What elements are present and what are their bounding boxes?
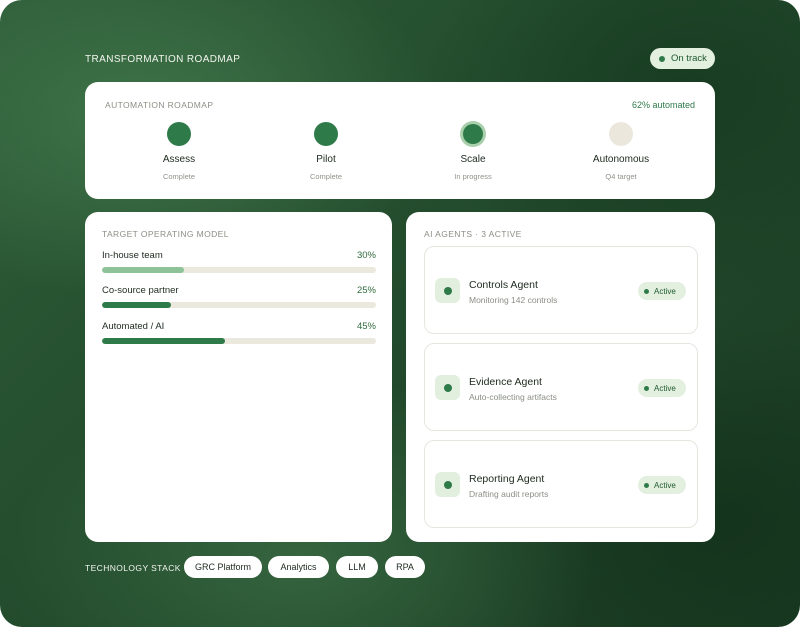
progress-fill bbox=[102, 338, 226, 344]
stage-scale[interactable]: Scale In progress bbox=[413, 122, 533, 181]
stage-status: In progress bbox=[454, 172, 492, 181]
agent-status: Active bbox=[654, 383, 676, 393]
automation-roadmap-card: AUTOMATION ROADMAP 62% automated Assess … bbox=[85, 82, 715, 199]
stage-pending-icon bbox=[609, 122, 633, 146]
stage-name: Scale bbox=[460, 154, 486, 165]
progress-fill bbox=[102, 302, 171, 308]
agent-name: Controls Agent bbox=[469, 279, 538, 291]
operating-model-label: TARGET OPERATING MODEL bbox=[102, 229, 229, 239]
agent-name: Reporting Agent bbox=[469, 473, 545, 485]
stage-name: Pilot bbox=[316, 154, 336, 165]
progress-track bbox=[102, 338, 376, 344]
agent-card-evidence[interactable]: Evidence Agent Auto-collecting artifacts… bbox=[424, 343, 698, 431]
agent-status-badge: Active bbox=[638, 476, 686, 494]
status-dot-icon bbox=[644, 482, 649, 488]
stage-status: Complete bbox=[309, 172, 343, 181]
bar-label: Co-source partner bbox=[102, 285, 179, 296]
progress-track bbox=[102, 302, 376, 308]
bar-row-in-house: In-house team 30% bbox=[102, 250, 376, 273]
status-dot-icon bbox=[644, 385, 649, 391]
tech-stack-label: TECHNOLOGY STACK bbox=[85, 563, 181, 573]
bar-row-co-source: Co-source partner 25% bbox=[102, 285, 376, 308]
agent-description: Auto-collecting artifacts bbox=[469, 392, 557, 402]
agents-label: AI AGENTS · 3 ACTIVE bbox=[424, 229, 522, 239]
target-operating-model-card: TARGET OPERATING MODEL In-house team 30%… bbox=[85, 212, 392, 542]
agent-icon bbox=[435, 472, 460, 497]
stage-pilot[interactable]: Pilot Complete bbox=[266, 122, 386, 181]
agent-status-badge: Active bbox=[638, 282, 686, 300]
agent-status-badge: Active bbox=[638, 379, 686, 397]
status-dot-icon bbox=[644, 288, 649, 294]
agent-name: Evidence Agent bbox=[469, 376, 542, 388]
stage-complete-icon bbox=[167, 122, 191, 146]
stage-status: Complete bbox=[162, 172, 196, 181]
roadmap-label: AUTOMATION ROADMAP bbox=[105, 100, 214, 110]
progress-track bbox=[102, 267, 376, 273]
bar-percent: 25% bbox=[356, 285, 376, 296]
page-title: TRANSFORMATION ROADMAP bbox=[85, 54, 241, 65]
bar-row-automated: Automated / AI 45% bbox=[102, 321, 376, 344]
status-badge-label: On track bbox=[671, 53, 707, 64]
status-badge: On track bbox=[650, 48, 715, 69]
stage-assess[interactable]: Assess Complete bbox=[119, 122, 239, 181]
status-dot-icon bbox=[659, 55, 665, 62]
bar-percent: 45% bbox=[356, 321, 376, 332]
agent-icon bbox=[435, 375, 460, 400]
agent-status: Active bbox=[654, 286, 676, 296]
chip-grc-platform[interactable]: GRC Platform bbox=[184, 556, 262, 578]
stage-autonomous[interactable]: Autonomous Q4 target bbox=[561, 122, 681, 181]
automated-percent: 62% automated bbox=[631, 100, 695, 110]
stage-name: Assess bbox=[162, 154, 196, 165]
ai-agents-card: AI AGENTS · 3 ACTIVE Controls Agent Moni… bbox=[406, 212, 715, 542]
chip-rpa[interactable]: RPA bbox=[385, 556, 425, 578]
stage-name: Autonomous bbox=[592, 154, 650, 165]
agent-icon bbox=[435, 278, 460, 303]
chip-llm[interactable]: LLM bbox=[336, 556, 378, 578]
agent-card-controls[interactable]: Controls Agent Monitoring 142 controls A… bbox=[424, 246, 698, 334]
background-frame: TRANSFORMATION ROADMAP On track AUTOMATI… bbox=[0, 0, 800, 627]
stage-status: Q4 target bbox=[605, 172, 637, 181]
bar-label: In-house team bbox=[102, 250, 163, 261]
stage-in-progress-icon bbox=[463, 124, 483, 144]
progress-fill bbox=[102, 267, 185, 273]
bar-label: Automated / AI bbox=[102, 321, 165, 332]
stage-complete-icon bbox=[314, 122, 338, 146]
agent-description: Monitoring 142 controls bbox=[469, 295, 558, 305]
agent-status: Active bbox=[654, 480, 676, 490]
agent-card-reporting[interactable]: Reporting Agent Drafting audit reports A… bbox=[424, 440, 698, 528]
chip-analytics[interactable]: Analytics bbox=[268, 556, 329, 578]
bar-percent: 30% bbox=[356, 250, 376, 261]
agent-description: Drafting audit reports bbox=[469, 489, 549, 499]
